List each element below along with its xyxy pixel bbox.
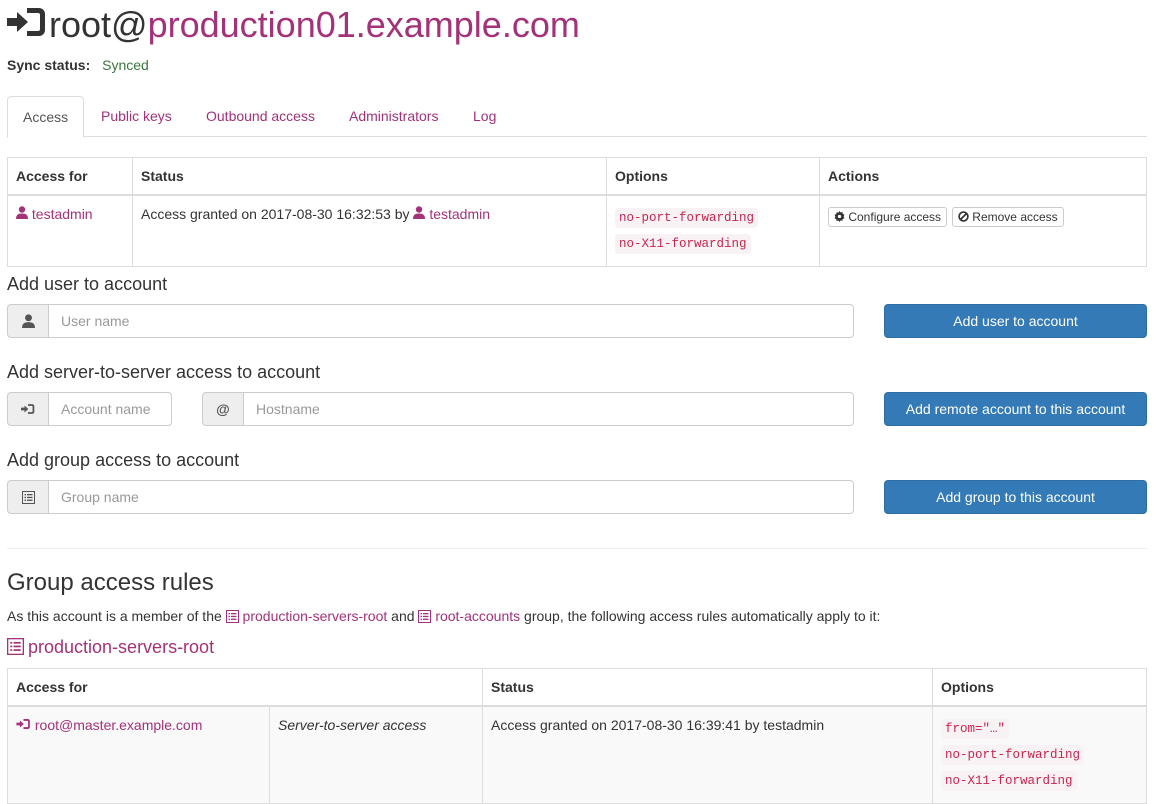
tab-administrators[interactable]: Administrators (334, 96, 453, 137)
user-icon (7, 304, 48, 338)
hostname-input[interactable] (243, 392, 854, 426)
remote-account-link[interactable]: root@master.example.com (16, 717, 202, 733)
sync-status: Sync status: Synced (7, 56, 149, 74)
add-user-button[interactable]: Add user to account (884, 304, 1147, 338)
add-remote-account-button[interactable]: Add remote account to this account (884, 392, 1147, 426)
add-user-heading: Add user to account (7, 274, 168, 294)
status-text: Access granted on 2017-08-30 16:32:53 by (141, 206, 410, 222)
log-in-icon (7, 392, 48, 426)
table-row: testadmin Access granted on 2017-08-30 1… (7, 194, 1147, 267)
hostname-group: @ (202, 392, 854, 426)
sync-status-label: Sync status: (7, 57, 91, 73)
access-user-link[interactable]: testadmin (16, 206, 93, 222)
col-status: Status (132, 157, 607, 196)
col-status: Status (482, 668, 933, 707)
ban-icon (958, 211, 969, 222)
at-sign: @ (111, 4, 148, 45)
user-icon (413, 206, 426, 219)
add-group-heading: Add group access to account (7, 450, 240, 470)
account-name-group (7, 392, 172, 426)
list-alt-icon (7, 638, 24, 655)
user-name-input[interactable] (48, 304, 854, 338)
user-name-group (7, 304, 854, 338)
hostname-link[interactable]: production01.example.com (148, 4, 580, 45)
option-code: from="…" (941, 719, 1010, 739)
tab-outbound-access[interactable]: Outbound access (191, 96, 330, 137)
option-code: no-X11-forwarding (615, 234, 751, 254)
list-alt-icon (7, 480, 48, 514)
group-name-group (7, 480, 854, 514)
account-user: root (49, 4, 112, 45)
tab-bar: Access Public keys Outbound access Admin… (7, 96, 1147, 138)
access-table: Access for Status Options Actions testad… (7, 157, 1147, 267)
group-title-link[interactable]: production-servers-root (7, 636, 214, 658)
log-in-icon (16, 719, 30, 729)
configure-access-button[interactable]: Configure access (828, 207, 948, 227)
group-name-input[interactable] (48, 480, 854, 514)
gear-icon (834, 211, 845, 222)
table-row: root@master.example.com Server-to-server… (7, 705, 1147, 804)
col-options: Options (606, 157, 820, 196)
col-access-for: Access for (7, 157, 133, 196)
add-server-heading: Add server-to-server access to account (7, 362, 321, 382)
user-icon (16, 206, 28, 219)
col-actions: Actions (819, 157, 1147, 196)
group-link-production-servers-root[interactable]: production-servers-root (225, 608, 387, 624)
at-symbol-addon: @ (202, 392, 243, 426)
tab-access[interactable]: Access (7, 96, 85, 138)
divider (7, 548, 1147, 549)
group-link-root-accounts[interactable]: root-accounts (418, 608, 520, 624)
tab-public-keys[interactable]: Public keys (86, 96, 187, 137)
granted-by-link[interactable]: testadmin (413, 206, 490, 222)
option-code: no-port-forwarding (615, 208, 759, 228)
group-rules-intro: As this account is a member of the produ… (7, 608, 881, 624)
group-rules-table: Access for Status Options root@master.ex… (7, 668, 1147, 804)
option-code: no-X11-forwarding (941, 771, 1077, 791)
tab-log[interactable]: Log (458, 96, 511, 137)
add-group-button[interactable]: Add group to this account (884, 480, 1147, 514)
access-type: Server-to-server access (278, 717, 427, 733)
log-in-icon (7, 5, 47, 49)
account-name-input[interactable] (48, 392, 172, 426)
page-title: root@production01.example.com (7, 3, 580, 49)
list-alt-icon (225, 610, 239, 623)
group-rules-heading: Group access rules (7, 569, 214, 596)
list-alt-icon (418, 610, 432, 623)
remove-access-button[interactable]: Remove access (951, 207, 1064, 227)
col-options: Options (932, 668, 1147, 707)
col-access-for: Access for (7, 668, 483, 707)
sync-status-value: Synced (102, 57, 149, 73)
option-code: no-port-forwarding (941, 745, 1085, 765)
status-text: Access granted on 2017-08-30 16:39:41 by… (482, 705, 933, 804)
